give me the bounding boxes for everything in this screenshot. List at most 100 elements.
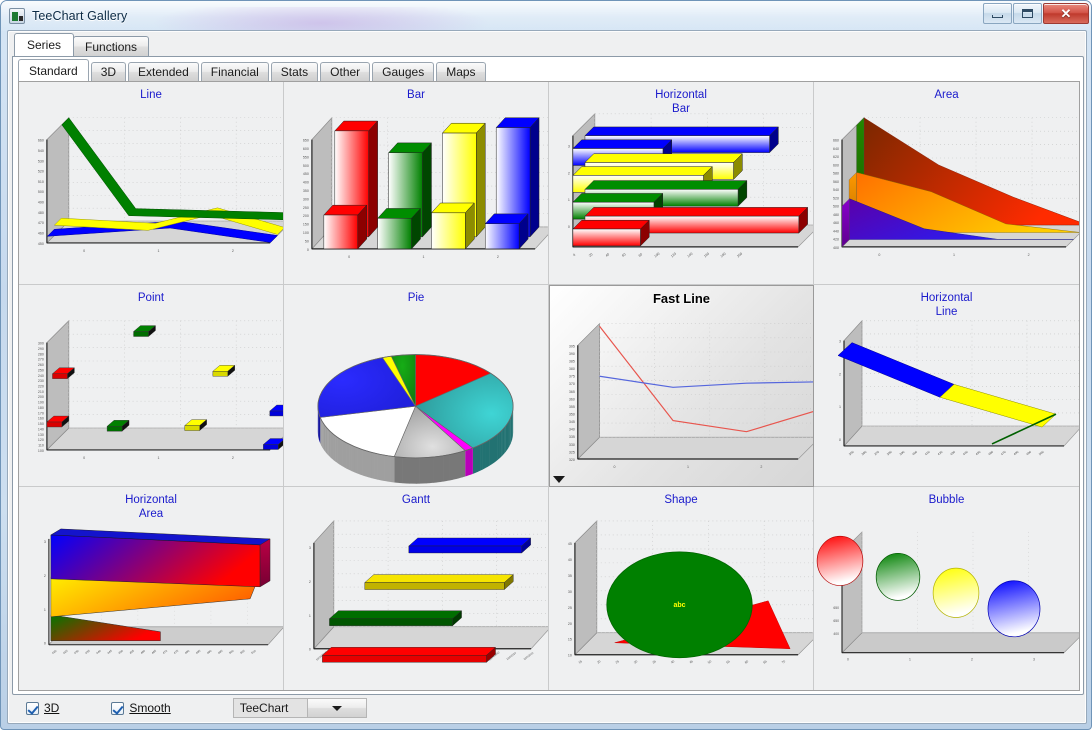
svg-text:45: 45 — [568, 542, 572, 546]
svg-text:1/05/2010: 1/05/2010 — [505, 651, 517, 662]
gallery-cell-line[interactable]: 450 460 470 480 490 500 510 520 530 540 660 0 1 2 Line — [19, 82, 284, 285]
svg-text:220: 220 — [38, 384, 44, 388]
chart-preview-hbar3d: 0 20 40 60 80 100 120 140 160 180 200 3 2 1 0 — [568, 112, 813, 259]
tab-functions-label: Functions — [85, 39, 138, 54]
theme-combobox-button[interactable] — [306, 698, 367, 718]
svg-text:320: 320 — [569, 458, 575, 462]
svg-text:380: 380 — [569, 367, 575, 371]
tab-other[interactable]: Other — [320, 62, 371, 81]
close-button[interactable]: ✕ — [1043, 3, 1089, 24]
svg-text:480: 480 — [833, 213, 839, 217]
svg-text:120: 120 — [670, 252, 677, 259]
tab-financial[interactable]: Financial — [200, 62, 269, 81]
svg-text:505: 505 — [239, 649, 246, 655]
checkbox-3d-label: 3D — [44, 701, 59, 715]
checkbox-3d[interactable]: 3D — [26, 701, 59, 715]
svg-text:250: 250 — [38, 368, 44, 372]
tab-series-label: Series — [27, 38, 62, 52]
svg-text:490: 490 — [38, 201, 44, 205]
tab-functions[interactable]: Functions — [73, 36, 150, 56]
svg-text:1: 1 — [687, 465, 689, 469]
gallery-cell-area[interactable]: 400 420 440 460 480 500 520 540 560 580 600 620 640 6… — [814, 82, 1079, 285]
svg-text:20: 20 — [568, 622, 572, 626]
svg-text:2: 2 — [760, 465, 762, 469]
svg-text:550: 550 — [303, 155, 309, 159]
bottom-options-bar: 3D Smooth TeeChart — [8, 693, 1088, 723]
svg-text:30: 30 — [568, 590, 572, 594]
svg-text:25: 25 — [615, 659, 620, 664]
svg-text:500: 500 — [38, 190, 44, 194]
svg-text:100: 100 — [654, 252, 661, 259]
svg-text:200: 200 — [736, 252, 743, 259]
outer-tab-strip: Series Functions — [14, 33, 150, 56]
gallery-cell-fast-line[interactable]: 320 325 330 335 340 345 350 355 360 365 370 375 380 3… — [549, 284, 814, 488]
svg-text:230: 230 — [38, 379, 44, 383]
svg-text:0: 0 — [847, 658, 849, 662]
svg-text:180: 180 — [38, 406, 44, 410]
svg-text:80: 80 — [638, 252, 644, 258]
svg-text:2: 2 — [497, 255, 499, 259]
svg-text:350: 350 — [303, 189, 309, 193]
checkbox-smooth[interactable]: Smooth — [111, 701, 171, 715]
svg-text:400: 400 — [911, 449, 918, 456]
minimize-icon — [992, 14, 1003, 18]
svg-text:280: 280 — [38, 352, 44, 356]
chart-gallery-grid: 450 460 470 480 490 500 510 520 530 540 660 0 1 2 Line… — [18, 81, 1080, 691]
svg-text:450: 450 — [975, 449, 982, 456]
svg-text:2: 2 — [568, 171, 570, 175]
svg-text:55: 55 — [725, 659, 730, 664]
svg-text:2: 2 — [232, 249, 234, 253]
svg-text:365: 365 — [569, 389, 575, 393]
theme-combobox[interactable]: TeeChart — [232, 698, 367, 718]
maximize-button[interactable] — [1013, 3, 1042, 24]
svg-text:140: 140 — [687, 252, 694, 259]
svg-text:130: 130 — [38, 432, 44, 436]
gallery-cell-shape[interactable]: 10 15 20 25 30 35 40 45 15 20 25 30 35 40 45 50 55 60 65 70… — [549, 487, 814, 690]
svg-text:1: 1 — [568, 198, 570, 202]
theme-combobox-value[interactable]: TeeChart — [232, 698, 307, 718]
inner-tab-strip: Standard 3D Extended Financial Stats Oth… — [18, 59, 488, 81]
svg-text:0: 0 — [348, 255, 350, 259]
svg-text:370: 370 — [569, 382, 575, 386]
svg-text:330: 330 — [569, 442, 575, 446]
svg-text:160: 160 — [703, 252, 710, 259]
gallery-cell-pie[interactable]: Pie — [284, 284, 549, 488]
tab-gauges[interactable]: Gauges — [372, 62, 435, 81]
tab-extended[interactable]: Extended — [128, 62, 199, 81]
svg-text:430: 430 — [949, 449, 956, 456]
svg-text:abc: abc — [674, 602, 686, 609]
gallery-cell-point[interactable]: 100 110 120 130 140 150 160 170 180 190 200 210 220 2… — [19, 284, 284, 488]
checkbox-smooth-box[interactable] — [111, 701, 125, 715]
svg-text:2: 2 — [839, 372, 841, 376]
chart-preview-shape3d: 10 15 20 25 30 35 40 45 15 20 25 30 35 40 45 50 55 60 65 70… — [568, 520, 813, 665]
svg-text:300: 300 — [38, 341, 44, 345]
svg-text:510: 510 — [250, 649, 257, 655]
checkbox-3d-box[interactable] — [26, 701, 39, 715]
gallery-cell-bubble[interactable]: 650 650 400 0 1 2 3 Bubble — [814, 487, 1079, 690]
tab-standard[interactable]: Standard — [18, 59, 89, 81]
svg-text:395: 395 — [569, 344, 575, 348]
tab-series[interactable]: Series — [14, 33, 75, 56]
chart-preview-fastline: 320 325 330 335 340 345 350 355 360 365 370 375 380 3… — [569, 322, 813, 469]
gallery-cell-gantt[interactable]: 321010/04/201012/04/201014/04/201016/04/… — [284, 487, 549, 690]
tab-maps[interactable]: Maps — [436, 62, 486, 81]
svg-text:375: 375 — [569, 374, 575, 378]
svg-text:260: 260 — [38, 363, 44, 367]
svg-text:650: 650 — [303, 139, 309, 143]
gallery-cell-horizontal-area[interactable]: 3 2 1 0 420 425 430 435 440 445 450 455 460 465 470 475… — [19, 487, 284, 690]
gallery-cell-horizontal-bar[interactable]: 0 20 40 60 80 100 120 140 160 180 200 3 2 1 0 Horizonta… — [549, 82, 814, 285]
svg-text:440: 440 — [95, 649, 102, 655]
gallery-cell-bar[interactable]: 0 50 100 150 200 250 300 350 400 450 500 550 600 650 0… — [284, 82, 549, 285]
tab-3d[interactable]: 3D — [90, 62, 127, 81]
svg-text:60: 60 — [621, 252, 627, 258]
svg-text:600: 600 — [303, 147, 309, 151]
svg-text:460: 460 — [987, 449, 994, 456]
svg-text:490: 490 — [206, 649, 213, 655]
tab-stats[interactable]: Stats — [270, 62, 319, 81]
minimize-button[interactable] — [983, 3, 1012, 24]
svg-text:435: 435 — [84, 649, 91, 655]
svg-text:40: 40 — [568, 558, 572, 562]
svg-text:460: 460 — [38, 232, 44, 236]
svg-text:50: 50 — [707, 659, 712, 664]
gallery-cell-horizontal-line[interactable]: 3 2 1 0 350 360 370 380 390 400 410 420 430 440 450 460… — [814, 284, 1079, 488]
